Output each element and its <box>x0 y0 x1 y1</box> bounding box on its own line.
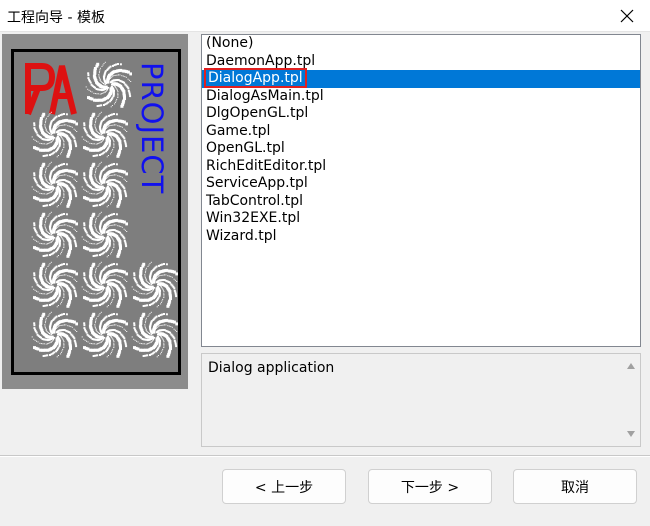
template-list-item-label: DlgOpenGL.tpl <box>206 105 309 121</box>
template-list-item[interactable]: DlgOpenGL.tpl <box>202 105 640 123</box>
template-list-item[interactable]: ServiceApp.tpl <box>202 175 640 193</box>
project-text: PROJECT <box>135 62 169 195</box>
template-list-item-label: DaemonApp.tpl <box>206 52 316 69</box>
separator <box>0 455 650 457</box>
template-list-item[interactable]: OpenGL.tpl <box>202 140 640 158</box>
template-list-item-label: Game.tpl <box>206 122 271 139</box>
scroll-down-icon[interactable] <box>626 429 636 439</box>
title-bar: 工程向导 - 模板 <box>0 0 650 32</box>
template-list-item-label: ServiceApp.tpl <box>206 175 308 191</box>
swirl-pattern-icon <box>80 260 129 308</box>
template-list-item[interactable]: (None) <box>202 35 640 53</box>
swirl-pattern-icon <box>30 310 79 358</box>
description-text: Dialog application <box>208 360 335 376</box>
swirl-pattern-icon <box>30 210 79 258</box>
ra-logo-icon <box>25 63 77 116</box>
swirl-pattern-icon <box>30 160 79 208</box>
template-list-item-label: Wizard.tpl <box>206 227 277 244</box>
swirl-pattern-icon <box>130 260 179 308</box>
swirl-pattern-icon <box>130 310 179 358</box>
cancel-button[interactable]: 取消 <box>513 469 637 504</box>
swirl-pattern-icon <box>80 310 129 358</box>
back-button[interactable]: < 上一步 <box>222 469 346 504</box>
template-list-item[interactable]: Game.tpl <box>202 123 640 141</box>
template-list-item[interactable]: DialogAsMain.tpl <box>202 88 640 106</box>
template-list-item[interactable]: Win32EXE.tpl <box>202 210 640 228</box>
wizard-image-panel: PROJECT <box>2 34 188 389</box>
swirl-pattern-icon <box>80 110 129 158</box>
description-box: Dialog application <box>201 353 641 447</box>
swirl-pattern-icon <box>84 60 133 108</box>
template-list-item-label: (None) <box>206 35 254 51</box>
close-icon <box>620 9 634 23</box>
wizard-image: PROJECT <box>11 49 181 375</box>
template-list[interactable]: (None) DaemonApp.tpl DialogApp.tpl DialogAs… <box>201 34 641 347</box>
scroll-up-icon[interactable] <box>626 361 636 371</box>
template-list-item-label: DialogApp.tpl <box>204 68 307 88</box>
window-title: 工程向导 - 模板 <box>7 10 105 26</box>
swirl-pattern-icon <box>30 260 79 308</box>
template-list-item-label: Win32EXE.tpl <box>206 210 301 226</box>
template-list-item[interactable]: Wizard.tpl <box>202 228 640 246</box>
template-list-item[interactable]: TabControl.tpl <box>202 193 640 211</box>
template-list-item[interactable]: DaemonApp.tpl <box>202 53 640 71</box>
next-button[interactable]: 下一步 > <box>368 469 492 504</box>
swirl-pattern-icon <box>80 160 129 208</box>
template-list-item[interactable]: DialogApp.tpl <box>202 68 640 88</box>
template-list-item-label: RichEditEditor.tpl <box>206 157 327 174</box>
template-list-item-label: TabControl.tpl <box>206 192 304 209</box>
template-list-item-label: DialogAsMain.tpl <box>206 87 324 104</box>
swirl-pattern-icon <box>30 110 79 158</box>
template-list-item-label: OpenGL.tpl <box>206 140 285 156</box>
swirl-pattern-icon <box>80 210 129 258</box>
close-button[interactable] <box>604 0 650 32</box>
description-scrollbar[interactable] <box>622 354 640 446</box>
template-list-item[interactable]: RichEditEditor.tpl <box>202 158 640 176</box>
